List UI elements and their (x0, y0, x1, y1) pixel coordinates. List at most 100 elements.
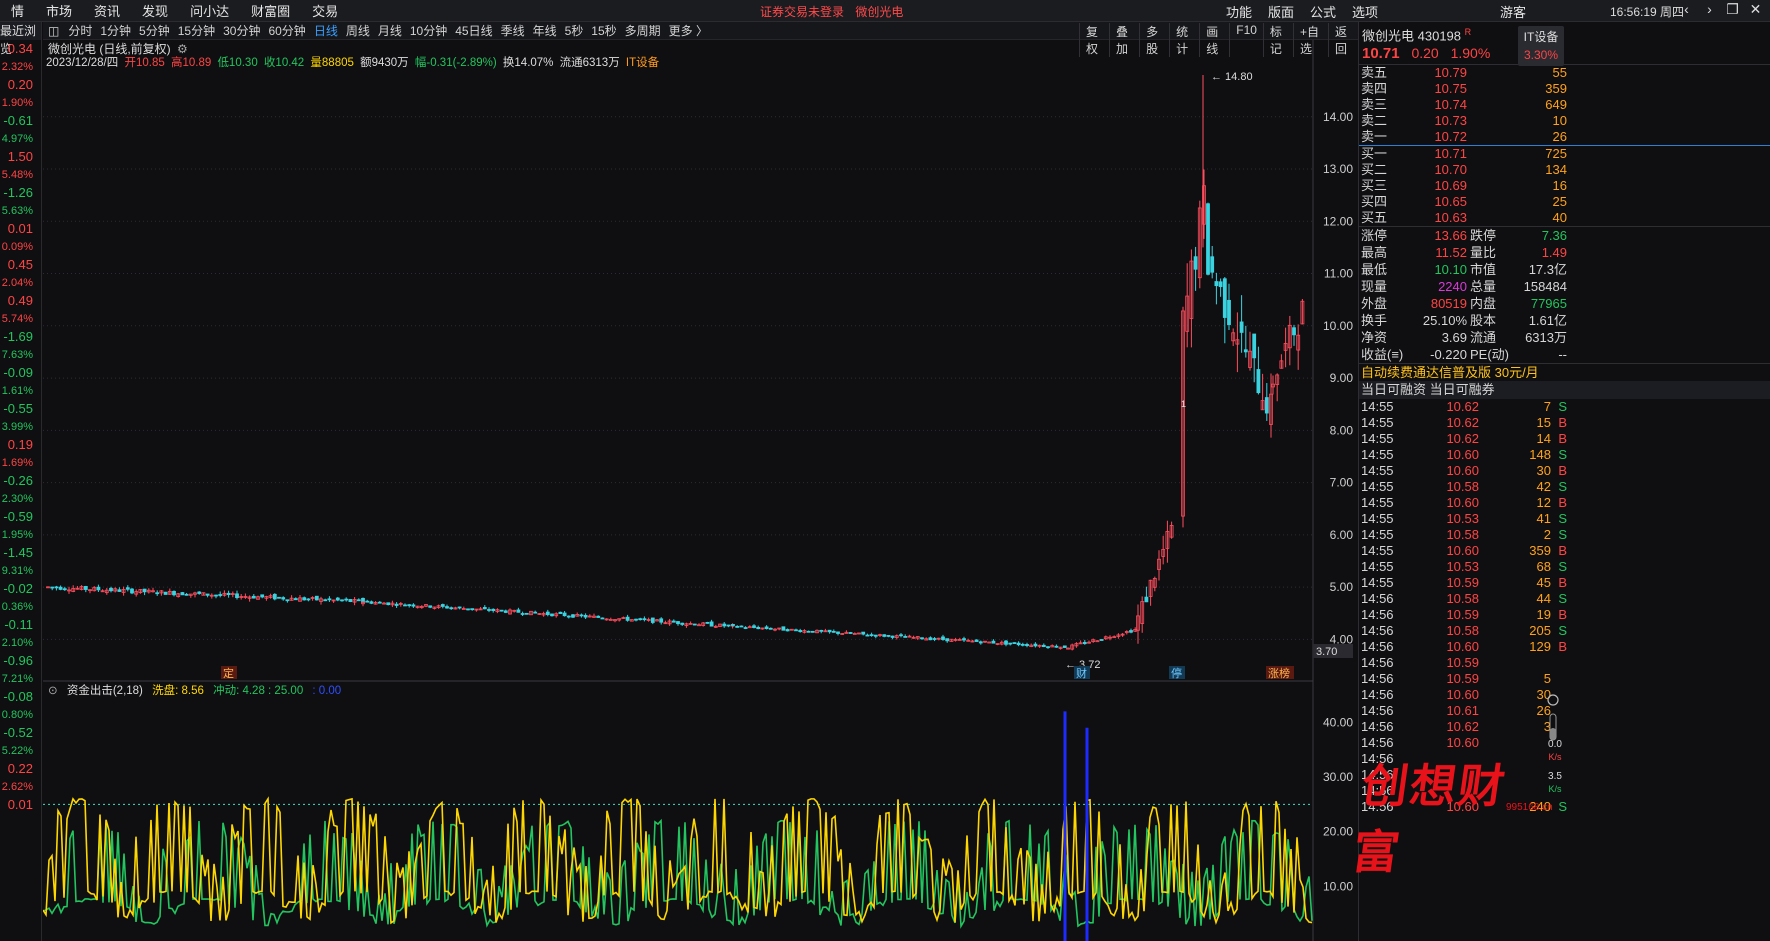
recent-item-change[interactable]: -1.69 (0, 328, 41, 346)
kline-chart[interactable]: 4.005.006.007.008.009.0010.0011.0012.001… (43, 40, 1358, 941)
top-menu-item[interactable]: 市场 (35, 1, 83, 20)
period-tab[interactable]: 5秒 (561, 22, 588, 39)
period-tab[interactable]: 15秒 (587, 22, 620, 39)
panel-toggle-icon[interactable]: ◫ (43, 24, 64, 38)
recent-item-change[interactable]: -0.61 (0, 112, 41, 130)
sector-badge[interactable]: IT设备 3.30% (1518, 26, 1564, 66)
period-tab[interactable]: 多周期 (621, 22, 665, 39)
recent-item-pct[interactable]: 1.90% (0, 94, 41, 112)
user-label[interactable]: 游客 (1500, 2, 1526, 21)
indicator-collapse-icon[interactable]: ⊙ (48, 685, 58, 697)
top-menu-item[interactable]: 财富圈 (240, 1, 301, 20)
login-status[interactable]: 证券交易未登录 (760, 5, 844, 19)
buy-level-row[interactable]: 买二 10.70 134 (1359, 162, 1770, 178)
sell-level-row[interactable]: 卖三 10.74 649 (1359, 97, 1770, 113)
right-menu-item[interactable]: 选项 (1344, 2, 1386, 21)
recent-browse-header[interactable]: 最近浏览 (0, 22, 41, 56)
sell-level-row[interactable]: 卖一 10.72 26 (1359, 129, 1770, 145)
close-icon[interactable]: ✕ (1744, 1, 1767, 18)
recent-item-change[interactable]: -0.52 (0, 724, 41, 742)
recent-item-pct[interactable]: 0.09% (0, 238, 41, 256)
recent-item-pct[interactable]: 9.31% (0, 562, 41, 580)
buy-level-row[interactable]: 买三 10.69 16 (1359, 178, 1770, 194)
period-tab[interactable]: 15分钟 (174, 22, 219, 39)
period-tab[interactable]: 周线 (342, 22, 374, 39)
recent-item-change[interactable]: 1.50 (0, 148, 41, 166)
recent-item-pct[interactable]: 1.69% (0, 454, 41, 472)
period-tab[interactable]: 日线 (310, 22, 342, 39)
top-menu-item[interactable]: 交易 (301, 1, 349, 20)
recent-item-pct[interactable]: 1.95% (0, 526, 41, 544)
recent-item-pct[interactable]: 2.62% (0, 778, 41, 796)
recent-item-change[interactable]: -0.11 (0, 616, 41, 634)
recent-item-change[interactable]: -0.96 (0, 652, 41, 670)
top-menu-item[interactable]: 发现 (131, 1, 179, 20)
recent-item-pct[interactable]: 5.63% (0, 202, 41, 220)
buy-level-row[interactable]: 买四 10.65 25 (1359, 194, 1770, 210)
kline-chart-area[interactable]: 4.00 5.00 6.00 7.00 8.00 9.00 10.00 11.00 12.00 1… (43, 40, 1358, 941)
recent-item-change[interactable]: -0.09 (0, 364, 41, 382)
info-sector[interactable]: IT设备 (626, 57, 659, 69)
recent-item-pct[interactable]: 2.30% (0, 490, 41, 508)
recent-item-pct[interactable]: 0.80% (0, 706, 41, 724)
recent-item-change[interactable]: 0.45 (0, 256, 41, 274)
recent-item-pct[interactable]: 1.61% (0, 382, 41, 400)
recent-item-pct[interactable]: 0.36% (0, 598, 41, 616)
recent-item-change[interactable]: -0.55 (0, 400, 41, 418)
recent-item-change[interactable]: -1.45 (0, 544, 41, 562)
period-tab[interactable]: 60分钟 (264, 22, 309, 39)
period-tab[interactable]: 年线 (529, 22, 561, 39)
recent-item-change[interactable]: -1.26 (0, 184, 41, 202)
top-menu-item[interactable]: 情 (0, 1, 35, 20)
period-tab[interactable]: 季线 (497, 22, 529, 39)
tick-volume: 45 (1536, 575, 1551, 590)
sell-level-row[interactable]: 卖二 10.73 10 (1359, 113, 1770, 129)
right-menu-item[interactable]: 公式 (1302, 2, 1344, 21)
candle-body (251, 595, 256, 599)
top-menu-item[interactable]: 问小达 (179, 1, 240, 20)
period-tab[interactable]: 月线 (374, 22, 406, 39)
recent-item-change[interactable]: 0.49 (0, 292, 41, 310)
right-menu-item[interactable]: 版面 (1260, 2, 1302, 21)
forward-icon[interactable]: › (1698, 1, 1721, 18)
recent-item-change[interactable]: 0.20 (0, 76, 41, 94)
period-tab[interactable]: 45日线 (451, 22, 496, 39)
margin-tabs[interactable]: 当日可融资 当日可融券 (1359, 381, 1770, 399)
period-tab[interactable]: 10分钟 (406, 22, 451, 39)
recent-item-pct[interactable] (0, 814, 41, 832)
recent-item-change[interactable]: -0.02 (0, 580, 41, 598)
top-menu-item[interactable]: 资讯 (83, 1, 131, 20)
recent-item-pct[interactable]: 4.97% (0, 130, 41, 148)
period-tab[interactable]: 30分钟 (219, 22, 264, 39)
recent-item-pct[interactable]: 2.04% (0, 274, 41, 292)
login-notice[interactable]: 证券交易未登录 微创光电 (760, 3, 911, 20)
recent-item-pct[interactable]: 2.10% (0, 634, 41, 652)
recent-item-pct[interactable]: 7.63% (0, 346, 41, 364)
recent-item-change[interactable]: 0.01 (0, 220, 41, 238)
indicator-name[interactable]: 资金出击(2,18) (67, 685, 143, 697)
recent-item-pct[interactable]: 5.48% (0, 166, 41, 184)
recent-item-change[interactable]: 0.22 (0, 760, 41, 778)
buy-level-row[interactable]: 买一 10.71 725 (1359, 146, 1770, 162)
sell-level-row[interactable]: 卖五 10.79 55 (1359, 65, 1770, 81)
period-tab[interactable]: 更多 〉 (665, 22, 712, 39)
right-menu-item[interactable]: 功能 (1218, 2, 1260, 21)
recent-item-change[interactable]: -0.26 (0, 472, 41, 490)
recent-item-pct[interactable]: 7.21% (0, 670, 41, 688)
restore-icon[interactable]: ❐ (1721, 1, 1744, 18)
recent-item-change[interactable]: -0.59 (0, 508, 41, 526)
recent-item-change[interactable]: -0.08 (0, 688, 41, 706)
recent-item-pct[interactable]: 3.99% (0, 418, 41, 436)
period-tab[interactable]: 1分钟 (96, 22, 135, 39)
sell-level-row[interactable]: 卖四 10.75 359 (1359, 81, 1770, 97)
subscription-promo[interactable]: 自动续费通达信普及版 30元/月 (1359, 363, 1770, 381)
recent-item-pct[interactable]: 5.74% (0, 310, 41, 328)
recent-item-change[interactable]: 0.01 (0, 796, 41, 814)
period-tab[interactable]: 5分钟 (135, 22, 174, 39)
recent-item-change[interactable]: 0.19 (0, 436, 41, 454)
back-icon[interactable]: ‹ (1675, 1, 1698, 18)
buy-level-row[interactable]: 买五 10.63 40 (1359, 210, 1770, 226)
recent-item-pct[interactable]: 2.32% (0, 58, 41, 76)
period-tab[interactable]: 分时 (64, 22, 96, 39)
recent-item-pct[interactable]: 5.22% (0, 742, 41, 760)
